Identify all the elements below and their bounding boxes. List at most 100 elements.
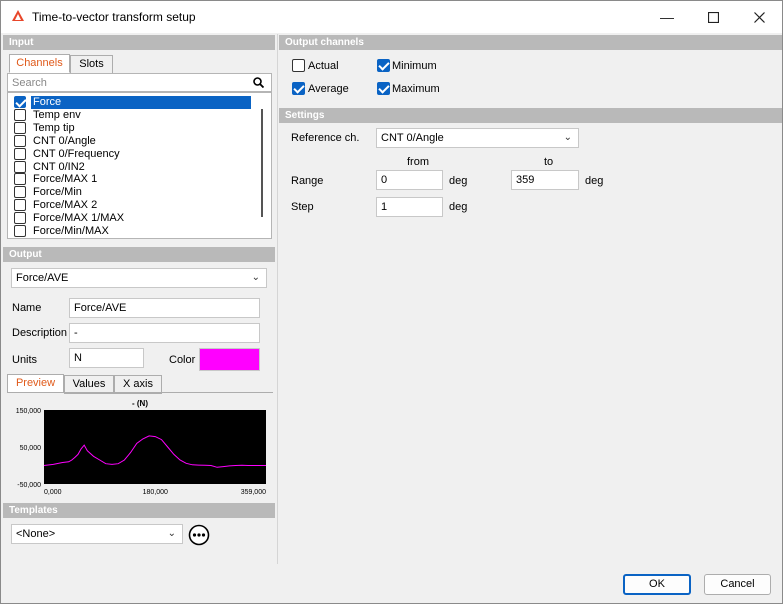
channel-checkbox[interactable]	[14, 96, 26, 108]
templates-section-header: Templates	[3, 503, 275, 518]
channel-label: CNT 0/Angle	[33, 134, 96, 147]
channel-checkbox[interactable]	[14, 134, 26, 147]
range-label: Range	[291, 175, 324, 187]
channel-checkbox[interactable]	[14, 108, 26, 121]
templates-select[interactable]: <None> ⌄	[11, 524, 183, 544]
units-label: Units	[12, 354, 38, 366]
channel-checkbox[interactable]	[14, 199, 26, 212]
tab-channels[interactable]: Channels	[9, 54, 70, 73]
average-checkbox[interactable]	[292, 82, 305, 95]
description-label: Description	[12, 327, 68, 339]
range-from-field[interactable]: 0	[376, 170, 443, 190]
channel-list-item[interactable]: Force	[14, 96, 254, 109]
chevron-down-icon: ⌄	[167, 528, 176, 539]
chart-title: - (N)	[132, 399, 148, 408]
cancel-button[interactable]: Cancel	[704, 574, 771, 595]
channel-label: Temp tip	[33, 121, 75, 134]
channel-list: Force Temp env Temp tip CNT 0/Angle CNT 0/Fr…	[7, 92, 272, 239]
ok-button[interactable]: OK	[623, 574, 691, 595]
channel-label: Force/Min	[33, 186, 82, 199]
channel-list-item[interactable]: CNT 0/IN2	[14, 160, 254, 174]
list-scrollbar[interactable]	[261, 109, 263, 217]
reference-channel-select[interactable]: CNT 0/Angle ⌄	[376, 128, 579, 148]
x-tick-label: 0,000	[44, 489, 62, 496]
search-icon[interactable]	[253, 77, 264, 88]
range-to-unit: deg	[585, 175, 604, 187]
output-channel-select[interactable]: Force/AVE ⌄	[11, 268, 267, 288]
output-channel-value: Force/AVE	[16, 272, 69, 284]
x-tick-label: 359,000	[241, 489, 266, 496]
range-to-field[interactable]: 359	[511, 170, 579, 190]
preview-chart: - (N) 150,000 50,000 -50,000 0,000 180,000 3…	[16, 399, 266, 496]
chevron-down-icon: ⌄	[563, 132, 572, 143]
channel-label: Force/MAX 1	[33, 173, 98, 186]
channel-checkbox[interactable]	[14, 212, 26, 225]
maximize-button[interactable]	[690, 1, 736, 33]
channel-list-item[interactable]: Force/Min	[14, 186, 254, 199]
output-section-header: Output	[3, 247, 275, 262]
channel-list-item[interactable]: Force/Min/MAX	[14, 225, 254, 238]
y-tick-label: 50,000	[20, 445, 42, 452]
channel-label: CNT 0/IN2	[33, 160, 85, 173]
tab-preview[interactable]: Preview	[7, 374, 64, 393]
output-channels-header: Output channels	[279, 35, 782, 50]
more-options-icon[interactable]	[188, 524, 210, 546]
maximize-icon	[707, 11, 719, 23]
y-tick-label: 150,000	[16, 408, 41, 415]
minimum-checkbox[interactable]	[377, 59, 390, 72]
minimize-button[interactable]: —	[644, 1, 690, 33]
channel-label: Temp env	[33, 108, 81, 121]
search-input[interactable]: Search	[7, 73, 272, 92]
channel-list-item[interactable]: Temp env	[14, 108, 254, 122]
chevron-down-icon: ⌄	[251, 272, 260, 283]
name-field[interactable]: Force/AVE	[69, 298, 260, 318]
channel-checkbox[interactable]	[14, 160, 26, 173]
maximum-label: Maximum	[392, 83, 440, 95]
channel-checkbox[interactable]	[14, 173, 26, 186]
channel-checkbox[interactable]	[14, 186, 26, 199]
step-field[interactable]: 1	[376, 197, 443, 217]
color-swatch[interactable]	[199, 348, 260, 371]
search-placeholder: Search	[12, 77, 47, 89]
app-logo-icon	[12, 10, 24, 21]
y-tick-label: -50,000	[17, 482, 41, 489]
settings-header: Settings	[279, 108, 782, 123]
column-divider	[277, 34, 278, 564]
window-title: Time-to-vector transform setup	[32, 10, 196, 24]
channel-checkbox[interactable]	[14, 121, 26, 134]
close-button[interactable]	[736, 1, 782, 33]
from-label: from	[407, 156, 429, 168]
tab-slots[interactable]: Slots	[70, 55, 113, 74]
channel-list-item[interactable]: Force/MAX 2	[14, 199, 254, 212]
channel-label: CNT 0/Frequency	[33, 147, 120, 160]
channel-list-item[interactable]: CNT 0/Angle	[14, 134, 254, 148]
channel-label: Force/MAX 2	[33, 199, 98, 212]
units-field[interactable]: N	[69, 348, 144, 368]
minimum-label: Minimum	[392, 60, 437, 72]
range-from-unit: deg	[449, 175, 468, 187]
actual-label: Actual	[308, 60, 339, 72]
step-label: Step	[291, 201, 314, 213]
description-field[interactable]: -	[69, 323, 260, 343]
chart-plot-area	[44, 410, 266, 484]
channel-list-item[interactable]: Temp tip	[14, 121, 254, 135]
title-bar: Time-to-vector transform setup —	[1, 1, 782, 33]
close-icon	[753, 11, 765, 23]
tab-divider	[7, 392, 273, 393]
channel-label: Force/MAX 1/MAX	[33, 212, 125, 225]
channel-list-item[interactable]: Force/MAX 1	[14, 173, 254, 186]
dialog-window: Time-to-vector transform setup — Input C…	[0, 0, 783, 604]
channel-checkbox[interactable]	[14, 225, 26, 237]
name-label: Name	[12, 302, 42, 314]
maximum-checkbox[interactable]	[377, 82, 390, 95]
color-label: Color	[169, 354, 196, 366]
channel-list-item[interactable]: Force/MAX 1/MAX	[14, 212, 254, 225]
minimize-icon: —	[660, 9, 674, 25]
input-section-header: Input	[3, 35, 275, 50]
actual-checkbox[interactable]	[292, 59, 305, 72]
step-unit: deg	[449, 201, 468, 213]
channel-checkbox[interactable]	[14, 147, 26, 160]
average-label: Average	[308, 83, 349, 95]
channel-list-item[interactable]: CNT 0/Frequency	[14, 147, 254, 161]
reference-channel-value: CNT 0/Angle	[381, 132, 444, 144]
